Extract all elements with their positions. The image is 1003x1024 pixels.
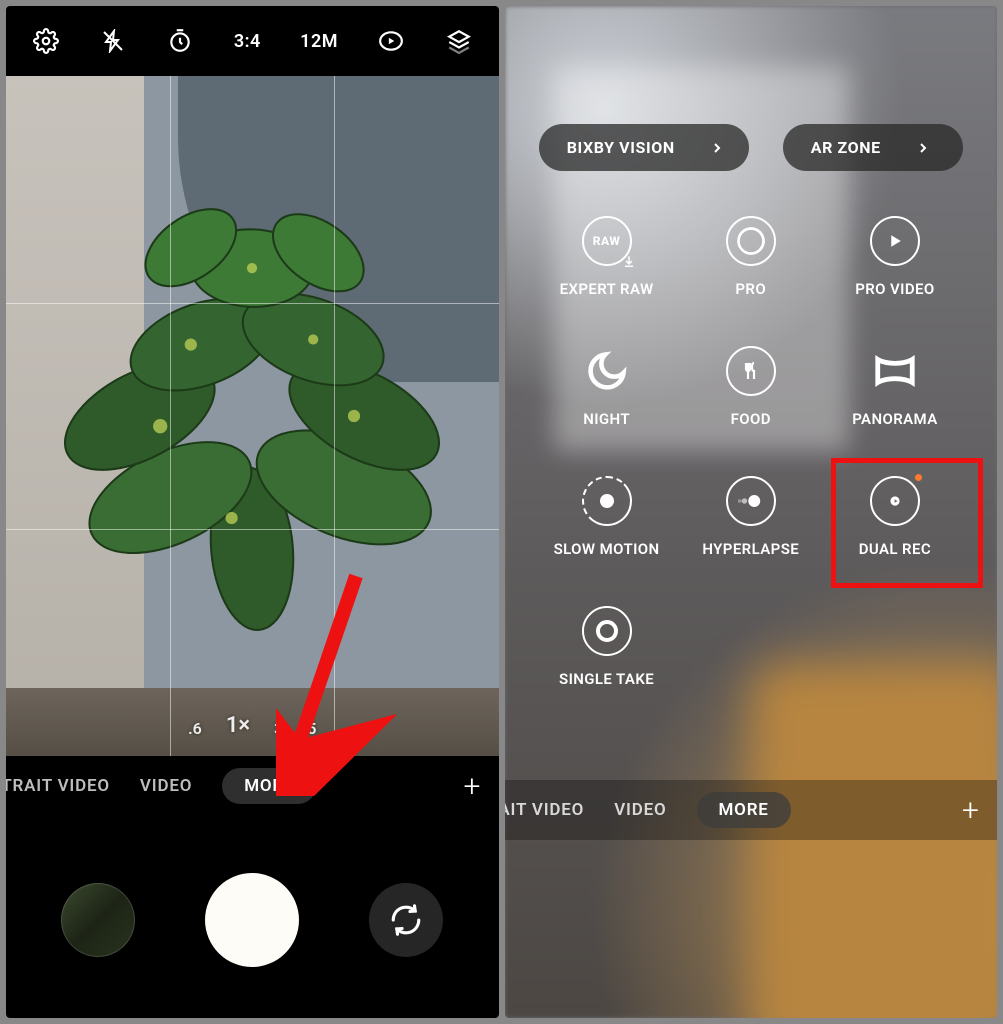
mode-panorama[interactable]: PANORAMA — [852, 346, 937, 428]
chevron-right-icon — [709, 140, 725, 156]
camera-bottom-bar — [6, 816, 499, 1018]
mode-portrait-video[interactable]: PORTRAIT VIDEO — [6, 776, 110, 796]
camera-topbar: 3:4 12M — [6, 6, 499, 76]
panorama-icon — [870, 346, 920, 396]
settings-icon[interactable] — [32, 27, 60, 55]
viewfinder-preview — [6, 76, 499, 756]
add-mode-button[interactable]: + — [464, 769, 491, 804]
add-mode-button[interactable]: + — [962, 793, 989, 828]
chevron-right-icon — [915, 140, 931, 156]
camera-mode-bar[interactable]: PORTRAIT VIDEO VIDEO MORE + — [6, 756, 499, 816]
camera-main-screen: 3:4 12M — [6, 6, 499, 1018]
feature-pills: BIXBY VISION AR ZONE — [505, 124, 998, 171]
bixby-vision-button[interactable]: BIXBY VISION — [539, 124, 749, 171]
more-modes-grid: RAW EXPERT RAW PRO PRO VIDEO — [535, 216, 968, 748]
mode-more[interactable]: MORE — [697, 792, 791, 828]
hyperlapse-icon — [726, 476, 776, 526]
mode-single-take[interactable]: SINGLE TAKE — [559, 606, 654, 688]
flash-off-icon[interactable] — [99, 27, 127, 55]
camera-viewfinder[interactable]: .6 1× 3 5 — [6, 76, 499, 756]
food-icon — [726, 346, 776, 396]
zoom-selector[interactable]: .6 1× 3 5 — [188, 713, 316, 738]
zoom-1x[interactable]: 1× — [226, 713, 250, 738]
ar-zone-label: AR ZONE — [811, 138, 881, 157]
bixby-vision-label: BIXBY VISION — [567, 138, 675, 157]
camera-more-screen: BIXBY VISION AR ZONE RAW EXPERT RAW — [505, 6, 998, 1018]
mode-expert-raw[interactable]: RAW EXPERT RAW — [560, 216, 654, 298]
mode-pro[interactable]: PRO — [726, 216, 776, 298]
mode-slow-motion[interactable]: SLOW MOTION — [554, 476, 660, 558]
ar-zone-button[interactable]: AR ZONE — [783, 124, 963, 171]
shutter-button[interactable] — [205, 873, 299, 967]
expert-raw-icon: RAW — [582, 216, 632, 266]
pro-icon — [726, 216, 776, 266]
pro-video-icon — [870, 216, 920, 266]
aspect-ratio-button[interactable]: 3:4 — [234, 31, 261, 52]
motion-photo-icon[interactable] — [377, 27, 405, 55]
mode-dual-rec[interactable]: DUAL REC — [859, 476, 931, 558]
zoom-3x[interactable]: 3 — [274, 719, 283, 738]
dual-rec-icon — [870, 476, 920, 526]
slow-motion-icon — [582, 476, 632, 526]
plant-subject — [31, 110, 474, 722]
mode-pro-video[interactable]: PRO VIDEO — [855, 216, 934, 298]
mode-video[interactable]: VIDEO — [140, 776, 192, 796]
mode-video[interactable]: VIDEO — [614, 800, 666, 820]
night-icon — [582, 346, 632, 396]
camera-mode-bar[interactable]: RTRAIT VIDEO VIDEO MORE + — [505, 780, 998, 840]
mode-more[interactable]: MORE — [222, 768, 316, 804]
switch-camera-button[interactable] — [369, 883, 443, 957]
gallery-thumbnail[interactable] — [61, 883, 135, 957]
resolution-button[interactable]: 12M — [300, 31, 338, 52]
zoom-0.6x[interactable]: .6 — [188, 719, 202, 738]
mode-night[interactable]: NIGHT — [582, 346, 632, 428]
zoom-5x[interactable]: 5 — [307, 719, 316, 738]
mode-portrait-video[interactable]: RTRAIT VIDEO — [505, 800, 585, 820]
filters-icon[interactable] — [445, 27, 473, 55]
mode-food[interactable]: FOOD — [726, 346, 776, 428]
timer-icon[interactable] — [166, 27, 194, 55]
single-take-icon — [582, 606, 632, 656]
mode-hyperlapse[interactable]: HYPERLAPSE — [702, 476, 799, 558]
